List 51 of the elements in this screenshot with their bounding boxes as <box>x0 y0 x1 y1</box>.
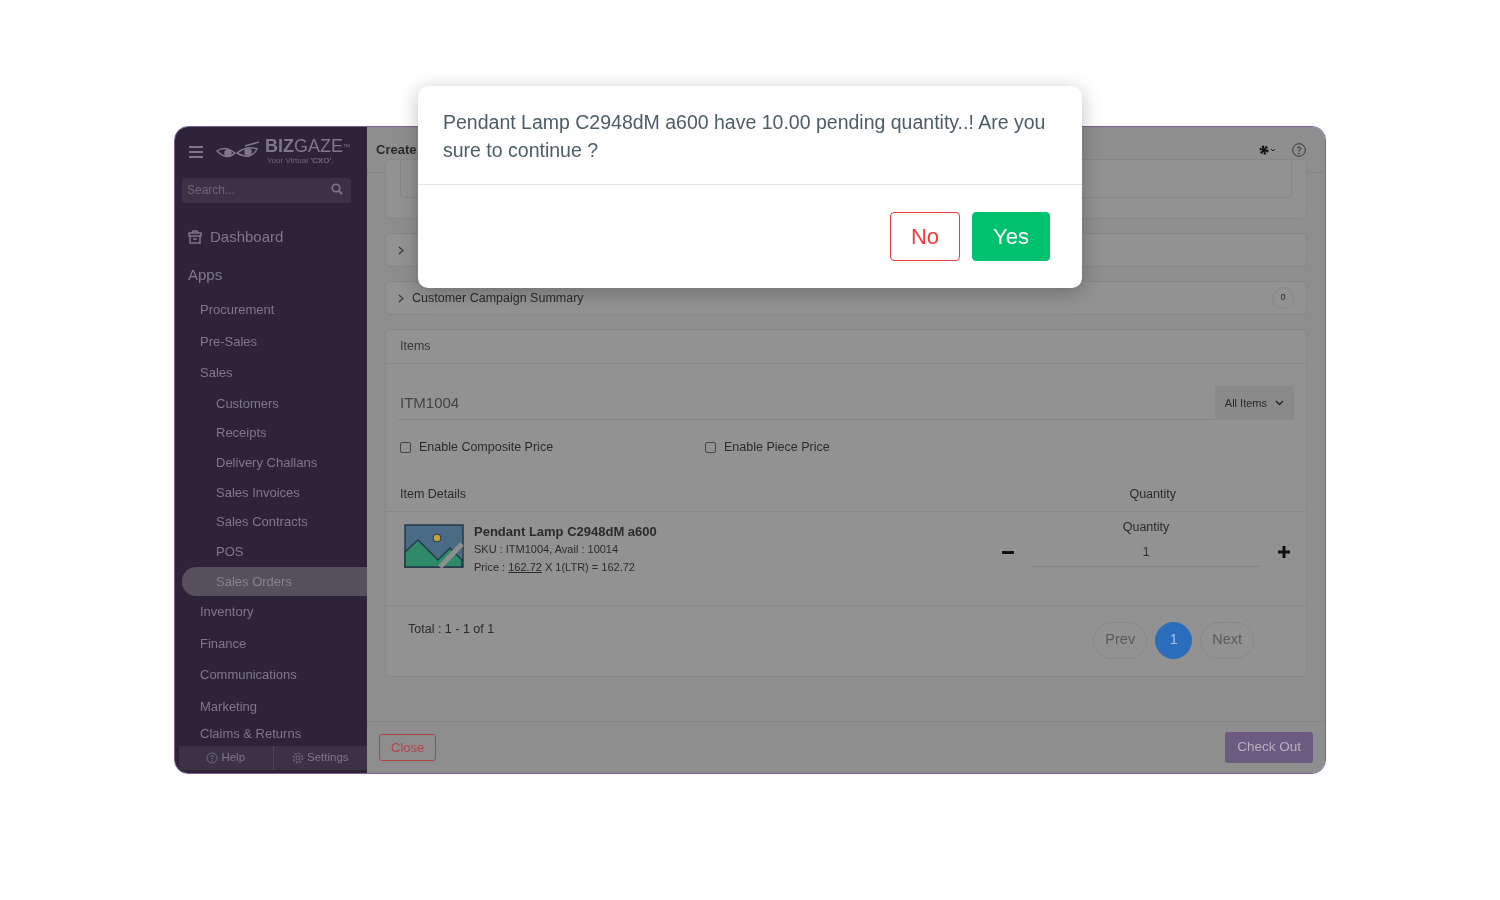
sidebar-item[interactable]: Sales <box>175 357 367 389</box>
yes-button[interactable]: Yes <box>972 212 1050 261</box>
item-search-field[interactable]: ITM1004 <box>398 386 1215 420</box>
column-header: Quantity <box>1129 485 1176 503</box>
basket-icon <box>188 230 202 245</box>
sidebar-item[interactable]: Communications <box>175 659 367 691</box>
chevron-right-icon <box>398 293 404 303</box>
sidebar-item[interactable]: Pre-Sales <box>175 325 367 357</box>
sidebar-item[interactable]: Claims & Returns <box>175 722 367 747</box>
chevron-right-icon <box>398 245 404 255</box>
filter-dropdown[interactable]: All Items <box>1214 386 1294 420</box>
menu-icon[interactable] <box>189 146 203 158</box>
logo-text: BIZGAZE$^{™}$ <box>265 137 350 155</box>
sidebar-footer-link[interactable]: Help <box>179 746 274 770</box>
field-label: Quantity <box>1121 519 1171 537</box>
item-name: Pendant Lamp C2948dM a600 <box>474 523 658 540</box>
checkbox[interactable]: Enable Piece Price <box>705 438 1010 457</box>
page-title: Create <box>376 140 417 159</box>
sidebar-item[interactable]: Procurement <box>175 294 367 326</box>
sidebar-item[interactable]: Finance <box>175 627 367 660</box>
dialog-message: Pendant Lamp C2948dM a600 have 10.00 pending quantity..! Are you sure to continue ? <box>418 86 1082 185</box>
card-title: Items <box>386 330 1306 364</box>
section-heading: Apps <box>187 264 224 285</box>
sidebar-footer-link[interactable]: Settings <box>273 746 367 770</box>
sidebar-subitem[interactable]: Delivery Challans <box>182 447 367 478</box>
sidebar-item[interactable]: Dashboard <box>210 226 284 249</box>
sidebar-subitem[interactable]: Sales Invoices <box>182 477 367 508</box>
search-icon <box>331 183 343 195</box>
help-icon <box>206 752 219 764</box>
checkbox[interactable]: Enable Composite Price <box>400 438 705 457</box>
check-out-button[interactable]: Check Out <box>1225 732 1313 763</box>
sidebar-subitem[interactable]: Sales Contracts <box>182 507 367 537</box>
chevron-down-icon <box>1275 400 1284 406</box>
item-price: Price : 162.72 X 1(LTR) = 162.72 <box>474 559 636 575</box>
quantity-field[interactable]: 1 <box>1032 536 1260 567</box>
sidebar-item[interactable]: Marketing <box>175 690 367 723</box>
sidebar-subitem[interactable]: Customers <box>182 388 367 419</box>
column-header: Item Details <box>400 485 467 503</box>
sidebar-subitem[interactable]: POS <box>182 536 367 567</box>
help-icon[interactable] <box>1292 142 1306 157</box>
sidebar-item[interactable]: Inventory <box>175 596 367 628</box>
plus-icon <box>1278 546 1290 559</box>
no-button[interactable]: No <box>890 212 961 261</box>
settings-icon <box>291 752 304 764</box>
pagination-summary: Total : 1 - 1 of 1 <box>408 620 496 638</box>
minus-icon <box>1002 550 1014 554</box>
image-placeholder-icon <box>404 523 464 568</box>
sidebar-subitem[interactable]: Receipts <box>182 418 367 448</box>
item-sku: SKU : ITM1004, Avail : 10014 <box>474 541 620 557</box>
page-button[interactable]: 1 <box>1155 621 1193 659</box>
settings-icon[interactable] <box>1258 143 1276 156</box>
